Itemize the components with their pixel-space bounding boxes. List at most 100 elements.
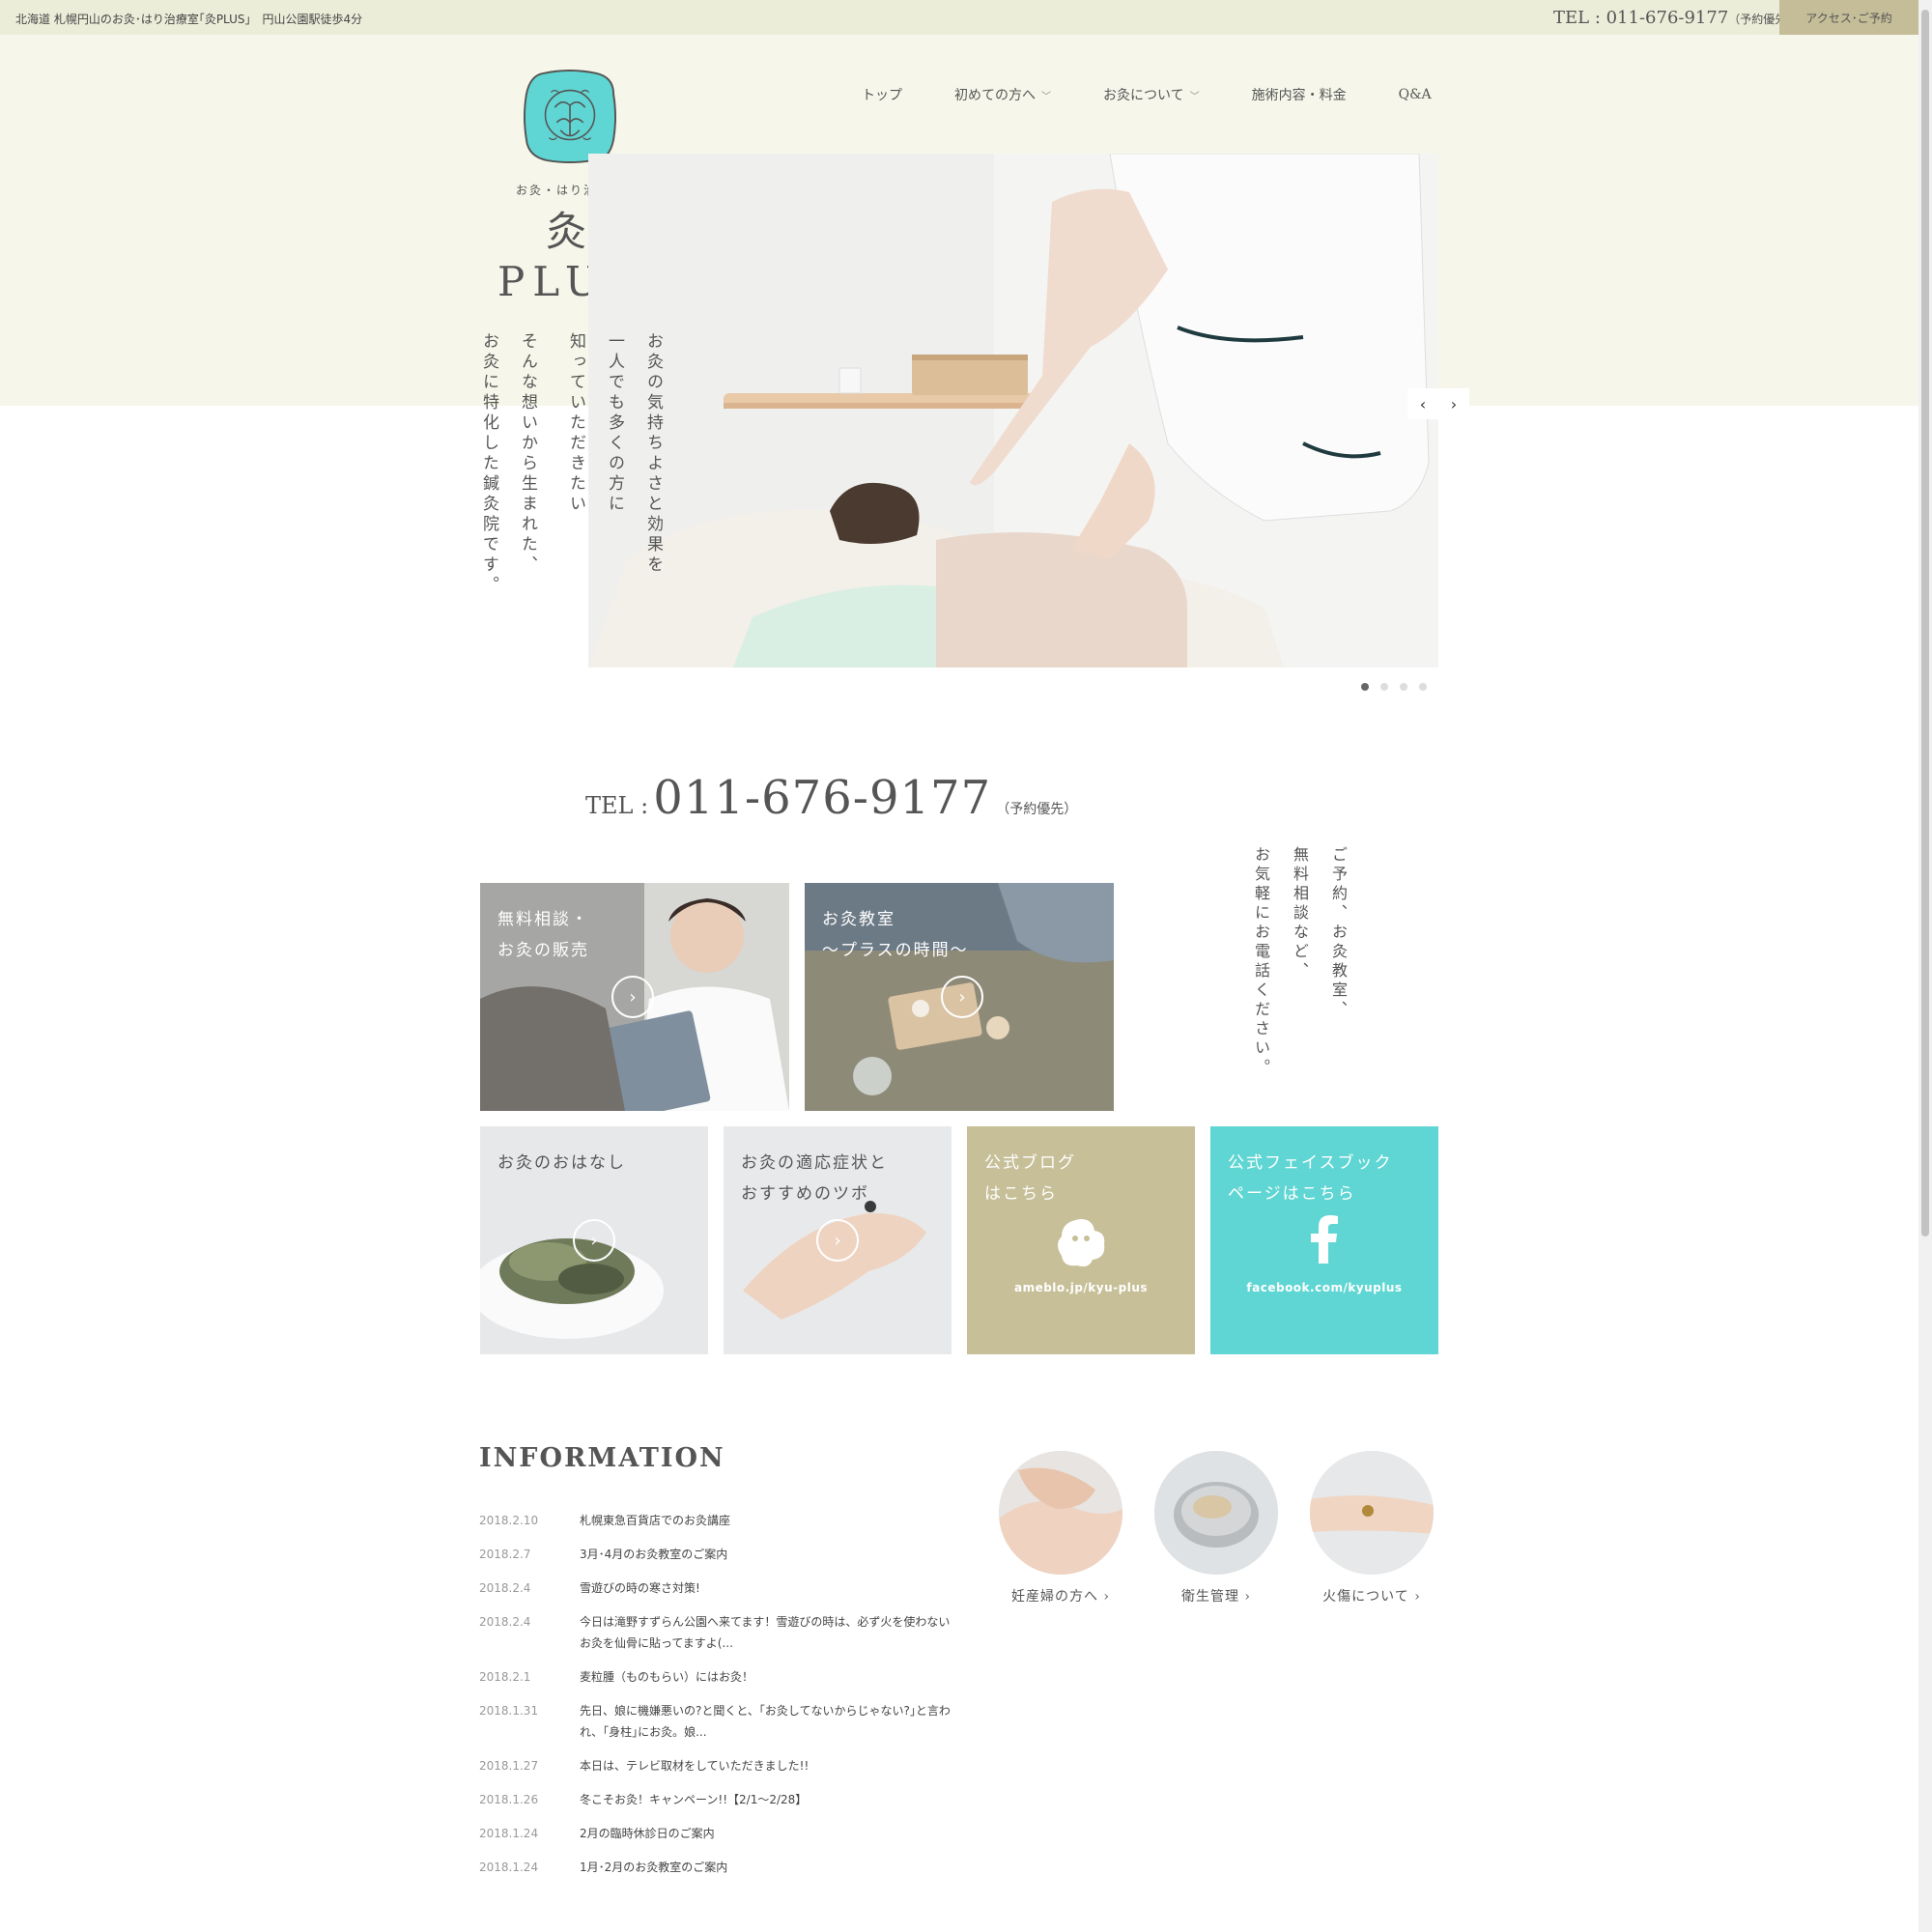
nav-item-label: Q&A	[1398, 87, 1432, 102]
tile-label: お灸教室 ～プラスの時間～	[822, 904, 969, 966]
news-list: 2018.2.10 札幌東急百貨店でのお灸講座 2018.2.7 3月･4月のお灸教…	[479, 1510, 962, 1890]
top-bar: 北海道 札幌円山のお灸･はり治療室｢灸PLUS｣ 円山公園駅徒歩4分 TEL :…	[0, 0, 1918, 35]
nav-item-qa[interactable]: Q&A	[1399, 85, 1432, 104]
arrow-right-icon: ›	[941, 976, 983, 1018]
news-item[interactable]: 2018.2.7 3月･4月のお灸教室のご案内	[479, 1544, 962, 1565]
news-item[interactable]: 2018.1.26 冬こそお灸！キャンペーン!!【2/1～2/28】	[479, 1789, 962, 1810]
hero-copy-line-2: 一人でも多くの方に	[605, 332, 624, 515]
link-pregnant-women[interactable]: 妊産婦の方へ ›	[999, 1451, 1122, 1605]
news-title: 麦粒腫（ものもらい）にはお灸！	[580, 1670, 754, 1684]
contact-phone-note: （予約優先）	[996, 802, 1078, 817]
nav-item-top[interactable]: トップ	[862, 85, 902, 104]
chevron-down-icon: ﹀	[1189, 91, 1200, 102]
nav-item-label: お灸について	[1103, 88, 1184, 103]
news-item[interactable]: 2018.2.10 札幌東急百貨店でのお灸講座	[479, 1510, 962, 1531]
circle-caption: 妊産婦の方へ ›	[999, 1586, 1122, 1605]
news-item[interactable]: 2018.2.4 雪遊びの時の寒さ対策!	[479, 1577, 962, 1599]
burns-image	[1310, 1451, 1434, 1575]
circle-caption: 火傷について ›	[1310, 1586, 1434, 1605]
contact-copy-line-2: 無料相談など、	[1291, 846, 1309, 981]
facebook-url: facebook.com/kyuplus	[1246, 1281, 1403, 1294]
hero-copy-line-4: そんな想いから生まれた、	[518, 332, 537, 576]
news-item[interactable]: 2018.1.24 1月･2月のお灸教室のご案内	[479, 1857, 962, 1878]
slider-next-button[interactable]: ›	[1438, 388, 1469, 419]
acupuncture-scene-illustration	[588, 154, 1438, 668]
news-date: 2018.1.27	[479, 1759, 539, 1773]
hero-slide-image	[588, 154, 1438, 668]
access-reservation-button[interactable]: アクセス･ご予約	[1779, 0, 1918, 35]
tile-label-line: お灸の適応症状と	[741, 1153, 888, 1173]
slider-dot[interactable]	[1400, 683, 1407, 691]
tile-label-line: はこちら	[984, 1184, 1058, 1204]
page-scrollbar[interactable]	[1918, 0, 1932, 1932]
tile-label-line: お灸のおはなし	[497, 1153, 626, 1173]
chevron-right-icon: ›	[1244, 1589, 1252, 1605]
header-phone-number: TEL : 011-676-9177	[1553, 8, 1729, 28]
news-date: 2018.2.7	[479, 1548, 531, 1561]
site-tagline: 北海道 札幌円山のお灸･はり治療室｢灸PLUS｣ 円山公園駅徒歩4分	[15, 13, 363, 26]
news-item[interactable]: 2018.1.24 2月の臨時休診日のご案内	[479, 1823, 962, 1844]
tile-label-line: ページはこちら	[1228, 1184, 1356, 1204]
scrollbar-thumb[interactable]	[1921, 10, 1929, 1236]
hands-photo-illustration	[999, 1451, 1122, 1575]
slider-dot[interactable]	[1419, 683, 1427, 691]
news-title: 札幌東急百貨店でのお灸講座	[580, 1514, 731, 1527]
tile-label-line: お灸教室	[822, 910, 895, 929]
news-title: 先日、娘に機嫌悪いの?と聞くと、｢お灸してないからじゃない?｣と言われ、｢身柱｣…	[580, 1704, 951, 1739]
tile-free-consultation[interactable]: 無料相談・ お灸の販売 ›	[480, 883, 789, 1111]
slider-dot[interactable]	[1361, 683, 1369, 691]
tile-label-line: おすすめのツボ	[741, 1184, 869, 1204]
news-date: 2018.2.4	[479, 1615, 531, 1629]
tile-label: 公式フェイスブック ページはこちら	[1228, 1148, 1393, 1209]
news-item[interactable]: 2018.1.27 本日は、テレビ取材をしていただきました!!	[479, 1755, 962, 1776]
pregnant-women-image	[999, 1451, 1122, 1575]
slider-dot[interactable]	[1380, 683, 1388, 691]
contact-phone-label: TEL :	[585, 792, 649, 819]
news-date: 2018.1.24	[479, 1827, 539, 1840]
hygiene-image	[1154, 1451, 1278, 1575]
hero-copy-line-5: お灸に特化した鍼灸院です。	[479, 332, 498, 596]
nav-item-first-time[interactable]: 初めての方へ ﹀	[954, 85, 1051, 104]
tile-official-blog[interactable]: 公式ブログ はこちら ameblo.jp/kyu-plus	[967, 1126, 1195, 1354]
nav-item-treatment-fees[interactable]: 施術内容・料金	[1252, 85, 1347, 104]
news-item[interactable]: 2018.1.31 先日、娘に機嫌悪いの?と聞くと、｢お灸してないからじゃない?｣…	[479, 1700, 962, 1743]
news-item[interactable]: 2018.2.1 麦粒腫（ものもらい）にはお灸！	[479, 1666, 962, 1688]
blog-url: ameblo.jp/kyu-plus	[1013, 1281, 1149, 1294]
contact-phone[interactable]: TEL : 011-676-9177 （予約優先）	[585, 771, 1077, 825]
tile-facebook-page[interactable]: 公式フェイスブック ページはこちら facebook.com/kyuplus	[1210, 1126, 1438, 1354]
tile-label: お灸のおはなし	[497, 1148, 626, 1179]
tile-label: 無料相談・ お灸の販売	[497, 904, 589, 966]
news-date: 2018.1.24	[479, 1861, 539, 1874]
hero-copy-line-3: 知っていただきたい	[566, 332, 585, 515]
news-date: 2018.1.31	[479, 1704, 539, 1718]
circle-caption-text: 衛生管理	[1180, 1589, 1239, 1605]
circle-caption-text: 妊産婦の方へ	[1010, 1589, 1098, 1605]
slider-prev-button[interactable]: ‹	[1407, 388, 1438, 419]
slider-pagination	[1361, 683, 1427, 691]
tray-photo-illustration	[1154, 1451, 1278, 1575]
chevron-right-icon: ›	[1414, 1589, 1421, 1605]
news-title: 本日は、テレビ取材をしていただきました!!	[580, 1759, 810, 1773]
news-title: 3月･4月のお灸教室のご案内	[580, 1548, 728, 1561]
chevron-down-icon: ﹀	[1041, 91, 1051, 102]
news-item[interactable]: 2018.2.4 今日は滝野すずらん公園へ来てます！雪遊びの時は、必ず火を使わない…	[479, 1611, 962, 1654]
news-date: 2018.1.26	[479, 1793, 539, 1806]
nav-item-about-moxa[interactable]: お灸について ﹀	[1103, 85, 1200, 104]
nav-item-label: トップ	[862, 88, 902, 103]
arrow-right-icon: ›	[573, 1219, 615, 1262]
chevron-right-icon: ›	[1103, 1589, 1111, 1605]
global-nav: トップ 初めての方へ ﹀ お灸について ﹀ 施術内容・料金 Q&A	[862, 85, 1432, 104]
news-title: 1月･2月のお灸教室のご案内	[580, 1861, 728, 1874]
tile-label-line: 無料相談・	[497, 910, 589, 929]
header-phone[interactable]: TEL : 011-676-9177（予約優先）	[1553, 8, 1798, 28]
arrow-right-icon: ›	[816, 1219, 859, 1262]
tile-moxa-class[interactable]: お灸教室 ～プラスの時間～ ›	[805, 883, 1114, 1111]
nav-item-label: 施術内容・料金	[1251, 88, 1347, 103]
tile-label: 公式ブログ はこちら	[984, 1148, 1076, 1209]
tile-indications-points[interactable]: お灸の適応症状と おすすめのツボ ›	[724, 1126, 952, 1354]
link-hygiene[interactable]: 衛生管理 ›	[1154, 1451, 1278, 1605]
link-burns[interactable]: 火傷について ›	[1310, 1451, 1434, 1605]
hero-copy-line-1: お灸の気持ちよさと効果を	[643, 332, 663, 576]
tile-moxa-story[interactable]: お灸のおはなし ›	[480, 1126, 708, 1354]
nav-item-label: 初めての方へ	[954, 88, 1036, 103]
